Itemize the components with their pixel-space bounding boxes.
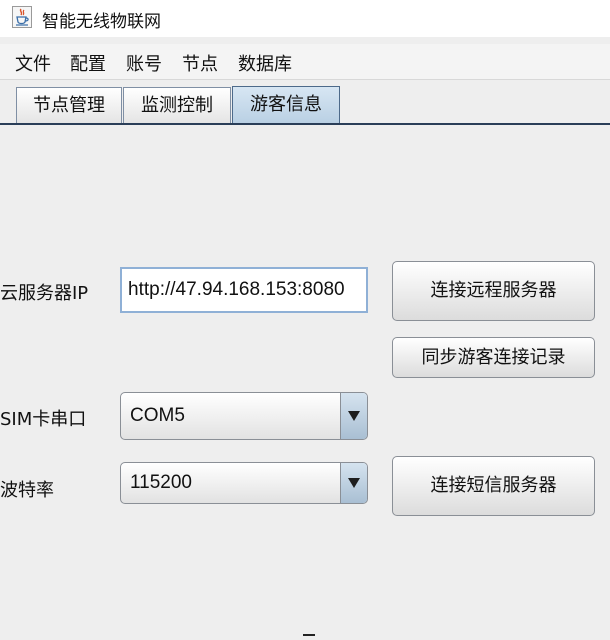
- sync-visitor-records-button[interactable]: 同步游客连接记录: [392, 337, 595, 378]
- connect-remote-server-button[interactable]: 连接远程服务器: [392, 261, 595, 321]
- baud-rate-label: 波特率: [0, 480, 54, 501]
- baud-rate-select[interactable]: 115200: [120, 462, 368, 504]
- menu-node[interactable]: 节点: [182, 50, 218, 76]
- chevron-down-icon[interactable]: [340, 393, 367, 439]
- tab-underline: [0, 123, 610, 125]
- chevron-down-icon[interactable]: [340, 463, 367, 503]
- sim-port-label: SIM卡串口: [0, 409, 87, 430]
- tab-visitor-info[interactable]: 游客信息: [232, 86, 340, 125]
- menu-config[interactable]: 配置: [70, 50, 106, 76]
- cloud-ip-input[interactable]: http://47.94.168.153:8080: [120, 267, 368, 313]
- sim-port-value: COM5: [130, 405, 185, 426]
- cloud-ip-label: 云服务器IP: [0, 283, 89, 304]
- visitor-info-panel: [0, 126, 610, 640]
- connect-sms-server-button[interactable]: 连接短信服务器: [392, 456, 595, 516]
- menu-file[interactable]: 文件: [15, 50, 51, 76]
- menu-account[interactable]: 账号: [126, 50, 162, 76]
- title-bar: 智能无线物联网: [0, 0, 610, 37]
- window-title: 智能无线物联网: [42, 12, 161, 32]
- baud-rate-value: 115200: [130, 472, 192, 493]
- sim-port-select[interactable]: COM5: [120, 392, 368, 440]
- tab-monitor-control[interactable]: 监测控制: [123, 87, 231, 124]
- menu-bar: 文件 配置 账号 节点 数据库: [0, 44, 610, 80]
- tab-node-management[interactable]: 节点管理: [16, 87, 122, 124]
- menu-database[interactable]: 数据库: [238, 50, 292, 76]
- text-cursor: [303, 634, 315, 636]
- java-cup-icon: [12, 6, 32, 28]
